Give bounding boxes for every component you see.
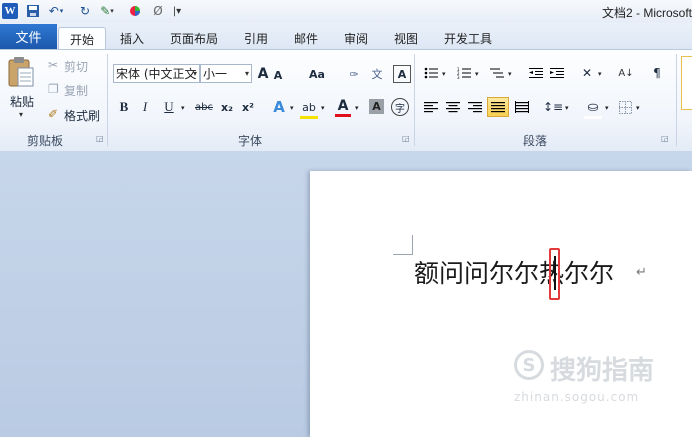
format-painter-button[interactable]: 格式刷	[64, 107, 100, 124]
char-shading-button[interactable]: A	[369, 99, 384, 114]
cut-button[interactable]: 剪切	[64, 58, 88, 75]
format-brush-icon[interactable]: ✎ ▾	[97, 3, 117, 19]
italic-button[interactable]: I	[138, 99, 152, 115]
paragraph-launcher-icon[interactable]: ◲	[661, 134, 670, 143]
color-wheel-icon[interactable]	[128, 3, 142, 19]
font-size-value: 小一	[203, 67, 228, 81]
ribbon-tab-bar: 文件 开始 插入 页面布局 引用 邮件 审阅 视图 开发工具	[0, 23, 692, 50]
group-separator	[107, 54, 108, 146]
show-marks-icon[interactable]: ¶	[650, 65, 664, 81]
paste-button[interactable]: 粘贴	[10, 93, 34, 110]
tab-insert[interactable]: 插入	[112, 27, 152, 49]
chevron-down-icon[interactable]: ▾	[605, 104, 609, 112]
tab-developer[interactable]: 开发工具	[438, 27, 498, 49]
undo-icon[interactable]: ↶ ▾	[46, 3, 66, 19]
chevron-down-icon[interactable]: ▾	[508, 70, 512, 78]
window-title: 文档2 - Microsoft	[601, 6, 692, 20]
font-name-combo[interactable]: 宋体 (中文正文 ▾	[113, 64, 200, 83]
clipboard-launcher-icon[interactable]: ◲	[96, 134, 105, 143]
chevron-down-icon[interactable]: ▾	[598, 70, 602, 78]
phonetic-guide-icon[interactable]: 文	[368, 65, 386, 83]
distribute-icon[interactable]	[514, 99, 530, 115]
styles-gallery-edge[interactable]	[681, 56, 692, 110]
font-group-label: 字体	[237, 134, 262, 148]
tab-references[interactable]: 引用	[236, 27, 276, 49]
cut-icon: ✂	[48, 58, 59, 72]
chevron-down-icon: ▾	[192, 69, 197, 78]
margin-corner-mark	[393, 235, 413, 255]
align-right-icon[interactable]	[467, 99, 483, 115]
title-bar: W ↶ ▾ ↻ ✎ ▾ Ø |▾ 文档2 - Microsoft	[0, 0, 692, 24]
borders-icon[interactable]	[617, 99, 633, 115]
chevron-down-icon[interactable]: ▾	[565, 104, 569, 112]
grow-font-button[interactable]: A	[256, 65, 270, 83]
tab-page-layout[interactable]: 页面布局	[164, 27, 224, 49]
chevron-down-icon[interactable]: ▾	[181, 104, 185, 112]
group-separator	[676, 54, 677, 146]
tab-home[interactable]: 开始	[58, 27, 106, 50]
watermark: S 搜狗指南 zhinan.sogou.com	[514, 350, 674, 410]
bullets-icon[interactable]	[423, 65, 439, 81]
sogou-logo-icon: S	[514, 350, 544, 380]
underline-button[interactable]: U	[162, 99, 176, 115]
highlight-color-icon[interactable]: ab	[300, 98, 318, 119]
chevron-down-icon[interactable]: ▾	[290, 104, 294, 112]
chevron-down-icon[interactable]: ▾	[636, 104, 640, 112]
align-center-icon[interactable]	[445, 99, 461, 115]
clear-format-icon[interactable]: ✑	[345, 65, 363, 83]
increase-indent-icon[interactable]	[549, 65, 565, 81]
font-color-button[interactable]: A	[335, 98, 351, 117]
shading-bucket-icon[interactable]: ⛀	[584, 98, 602, 119]
word-logo-icon: W	[2, 3, 18, 19]
change-case-button[interactable]: Aa	[306, 65, 328, 83]
cursor-highlight-box	[549, 248, 560, 300]
font-size-combo[interactable]: 小一 ▾	[200, 64, 252, 83]
group-separator	[414, 54, 415, 146]
sort-icon[interactable]: A↓	[617, 64, 635, 82]
paragraph-group-label: 段落	[522, 134, 547, 148]
redo-icon[interactable]: ↻	[78, 3, 92, 19]
document-text[interactable]: 额问问尔尔热尔尔	[414, 254, 614, 290]
strikethrough-button[interactable]: abc	[193, 99, 215, 115]
chinese-layout-icon[interactable]: ✕	[578, 65, 596, 81]
justify-icon[interactable]	[487, 97, 509, 117]
superscript-button[interactable]: x²	[240, 99, 256, 115]
svg-text:3: 3	[457, 75, 460, 79]
watermark-sub: zhinan.sogou.com	[514, 390, 640, 404]
tab-file[interactable]: 文件	[0, 24, 57, 49]
chevron-down-icon[interactable]: ▾	[321, 104, 325, 112]
decrease-indent-icon[interactable]	[528, 65, 544, 81]
chevron-down-icon[interactable]: ▾	[475, 70, 479, 78]
align-left-icon[interactable]	[423, 99, 439, 115]
clipboard-group-label: 剪贴板	[26, 134, 63, 148]
numbering-icon[interactable]: 123	[456, 65, 472, 81]
paste-icon[interactable]	[6, 56, 38, 88]
copy-icon: ❐	[48, 82, 59, 96]
customize-toolbar-icon[interactable]: |▾	[171, 3, 183, 19]
font-launcher-icon[interactable]: ◲	[402, 134, 411, 143]
watermark-main: 搜狗指南	[550, 356, 655, 386]
shrink-font-button[interactable]: A	[272, 67, 284, 83]
save-icon[interactable]	[25, 3, 41, 19]
chevron-down-icon: ▾	[244, 69, 249, 78]
strike-edit-icon[interactable]: Ø	[151, 3, 165, 19]
bold-button[interactable]: B	[117, 99, 131, 115]
tab-view[interactable]: 视图	[386, 27, 426, 49]
copy-button[interactable]: 复制	[64, 82, 88, 99]
text-effects-icon[interactable]: A	[270, 98, 288, 116]
char-border-icon[interactable]: A	[393, 65, 411, 83]
ribbon: 粘贴 ▾ ✂ 剪切 ❐ 复制 ✐ 格式刷 剪贴板 ◲ 宋体 (中文正文 ▾ 小一…	[0, 49, 692, 152]
chevron-down-icon[interactable]: ▾	[442, 70, 446, 78]
paste-dropdown-icon[interactable]: ▾	[19, 110, 23, 119]
chevron-down-icon[interactable]: ▾	[355, 104, 359, 112]
enclose-char-button[interactable]: 字	[391, 98, 409, 116]
format-painter-icon: ✐	[48, 107, 59, 121]
subscript-button[interactable]: x₂	[219, 99, 235, 115]
paragraph-mark-icon: ↵	[636, 265, 647, 280]
tab-mailings[interactable]: 邮件	[286, 27, 326, 49]
line-spacing-icon[interactable]: ↕≡	[543, 99, 563, 115]
tab-review[interactable]: 审阅	[336, 27, 376, 49]
font-name-value: 宋体 (中文正文	[116, 67, 197, 81]
multilevel-list-icon[interactable]	[489, 65, 505, 81]
